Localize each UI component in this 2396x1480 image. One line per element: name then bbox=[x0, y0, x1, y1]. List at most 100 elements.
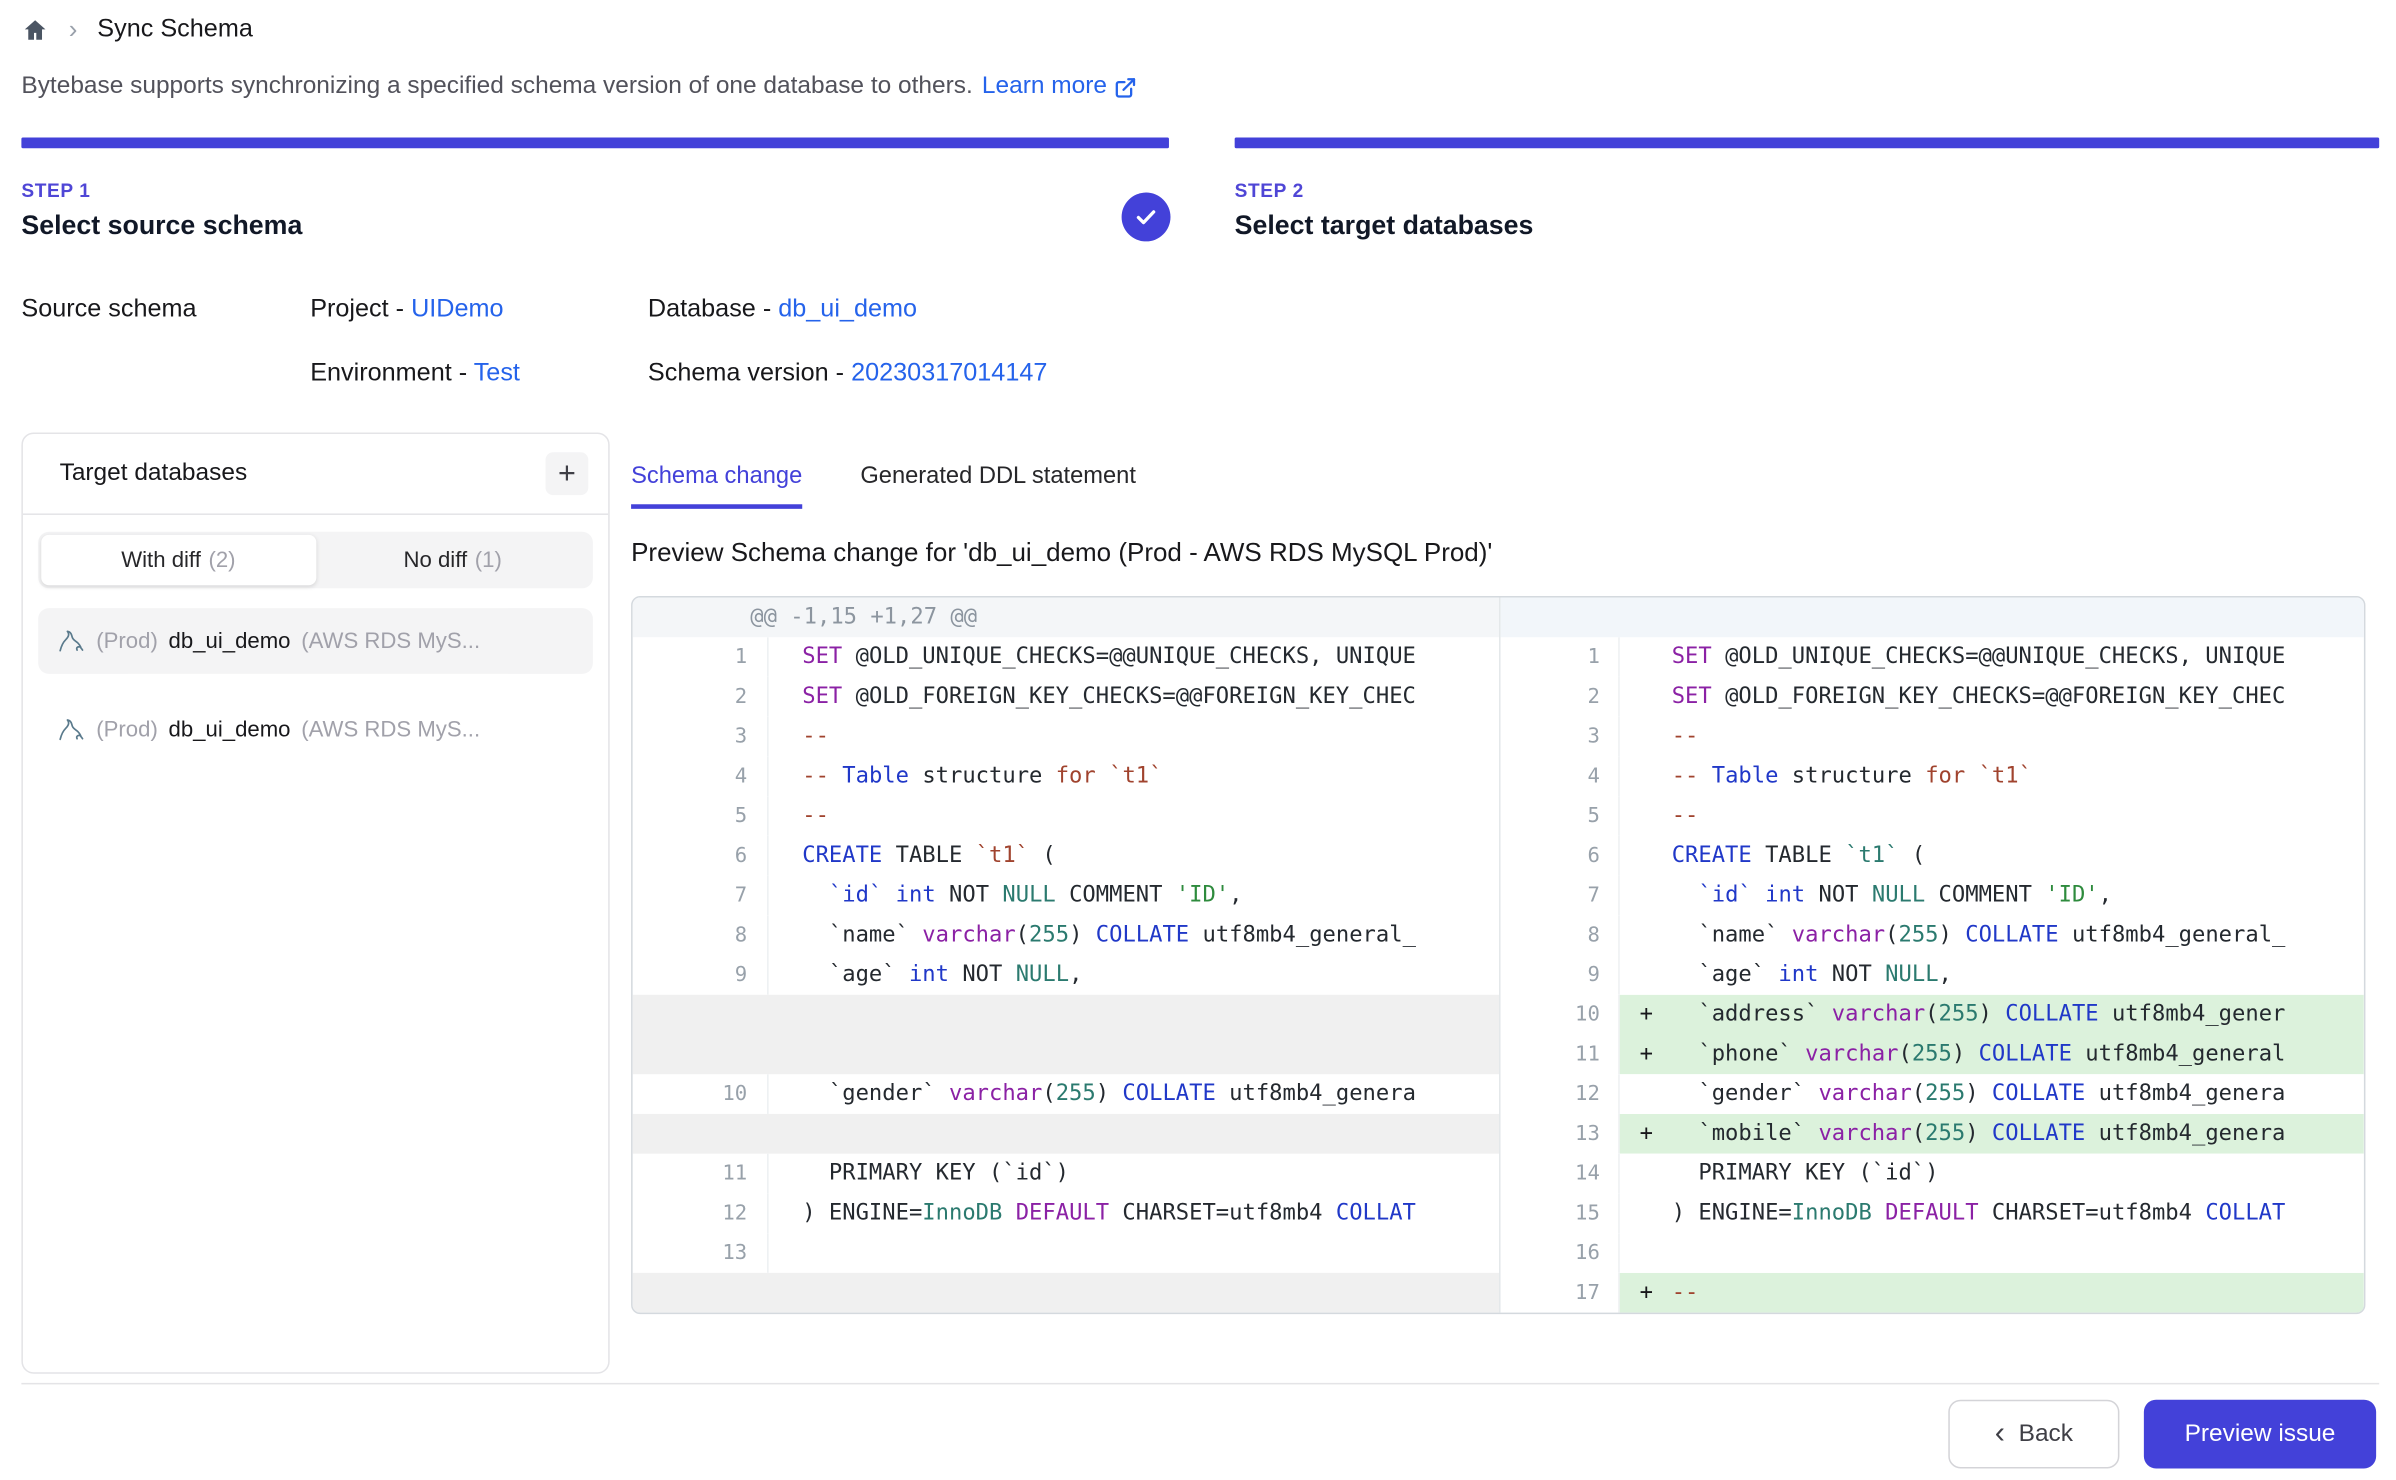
code-line bbox=[1620, 1233, 2364, 1273]
diff-pane-target: 1SET @OLD_UNIQUE_CHECKS=@@UNIQUE_CHECKS,… bbox=[1501, 597, 2364, 1312]
back-button-label: Back bbox=[2019, 1420, 2073, 1448]
diff-row-left-15: 12) ENGINE=InnoDB DEFAULT CHARSET=utf8mb… bbox=[633, 1193, 1499, 1233]
line-number: 17 bbox=[1520, 1273, 1619, 1313]
tab-no-diff-label: No diff bbox=[403, 548, 467, 572]
diff-row-right-9: 9 `age` int NOT NULL, bbox=[1501, 955, 2364, 995]
code-line: `age` int NOT NULL, bbox=[769, 955, 1499, 995]
line-number: 10 bbox=[666, 1074, 768, 1114]
diff-row-right-10: 10+ `address` varchar(255) COLLATE utf8m… bbox=[1501, 995, 2364, 1035]
diff-row-left-12: 10 `gender` varchar(255) COLLATE utf8mb4… bbox=[633, 1074, 1499, 1114]
source-environment: Environment - Test bbox=[310, 359, 520, 388]
code-line: ) ENGINE=InnoDB DEFAULT CHARSET=utf8mb4 … bbox=[769, 1193, 1499, 1233]
diff-row-left-8: 8 `name` varchar(255) COLLATE utf8mb4_ge… bbox=[633, 915, 1499, 955]
footer-divider bbox=[21, 1383, 2379, 1385]
diff-row-left-9: 9 `age` int NOT NULL, bbox=[633, 955, 1499, 995]
back-button[interactable]: ‹ Back bbox=[1948, 1400, 2119, 1469]
diff-row-right-1: 1SET @OLD_UNIQUE_CHECKS=@@UNIQUE_CHECKS,… bbox=[1501, 637, 2364, 677]
tab-no-diff[interactable]: No diff (1) bbox=[316, 535, 590, 585]
step1-complete-badge bbox=[1122, 193, 1171, 242]
diff-row-left-10 bbox=[633, 995, 1499, 1035]
target-panel-header: Target databases + bbox=[23, 434, 608, 515]
diff-row-right-5: 5-- bbox=[1501, 796, 2364, 836]
line-number: 15 bbox=[1520, 1193, 1619, 1233]
schema-version-link[interactable]: 20230317014147 bbox=[851, 359, 1047, 387]
chevron-right-icon: › bbox=[69, 17, 78, 43]
target-database-item-1[interactable]: (Prod) db_ui_demo (AWS RDS MyS... bbox=[38, 608, 593, 674]
target-database-list: (Prod) db_ui_demo (AWS RDS MyS... (Prod)… bbox=[38, 608, 593, 762]
diff-row-right-16: 16 bbox=[1501, 1233, 2364, 1273]
source-database: Database - db_ui_demo bbox=[648, 295, 917, 324]
step2-progress-bar bbox=[1235, 138, 2380, 149]
code-line: + `phone` varchar(255) COLLATE utf8mb4_g… bbox=[1620, 1034, 2364, 1074]
diff-row-left-14: 11 PRIMARY KEY (`id`) bbox=[633, 1154, 1499, 1194]
tab-schema-change[interactable]: Schema change bbox=[631, 463, 802, 509]
line-number: 8 bbox=[666, 915, 768, 955]
code-line: SET @OLD_UNIQUE_CHECKS=@@UNIQUE_CHECKS, … bbox=[1620, 637, 2364, 677]
db-instance: (AWS RDS MyS... bbox=[301, 629, 480, 653]
code-line: CREATE TABLE `t1` ( bbox=[769, 836, 1499, 876]
step2-label: STEP 2 bbox=[1235, 180, 1534, 201]
tab-with-diff-label: With diff bbox=[121, 548, 201, 572]
code-line: -- bbox=[769, 717, 1499, 757]
diff-row-right-2: 2SET @OLD_FOREIGN_KEY_CHECKS=@@FOREIGN_K… bbox=[1501, 677, 2364, 717]
code-line: PRIMARY KEY (`id`) bbox=[769, 1154, 1499, 1194]
diff-filter-tabs: With diff (2) No diff (1) bbox=[38, 532, 593, 589]
preview-title: Preview Schema change for 'db_ui_demo (P… bbox=[631, 538, 1492, 569]
code-line: -- bbox=[1620, 796, 2364, 836]
mysql-icon bbox=[57, 627, 86, 656]
added-marker: + bbox=[1640, 1114, 1672, 1154]
schema-diff-viewer[interactable]: @@ -1,15 +1,27 @@1SET @OLD_UNIQUE_CHECKS… bbox=[631, 596, 2365, 1314]
diff-row-left-16: 13 bbox=[633, 1233, 1499, 1273]
diff-row-right-6: 6CREATE TABLE `t1` ( bbox=[1501, 836, 2364, 876]
code-line: + `address` varchar(255) COLLATE utf8mb4… bbox=[1620, 995, 2364, 1035]
code-line: `name` varchar(255) COLLATE utf8mb4_gene… bbox=[1620, 915, 2364, 955]
code-line: `gender` varchar(255) COLLATE utf8mb4_ge… bbox=[769, 1074, 1499, 1114]
line-number: 6 bbox=[1520, 836, 1619, 876]
project-link[interactable]: UIDemo bbox=[411, 295, 503, 323]
db-name: db_ui_demo bbox=[169, 717, 291, 741]
code-line: +-- bbox=[1620, 1273, 2364, 1313]
target-database-item-2[interactable]: (Prod) db_ui_demo (AWS RDS MyS... bbox=[38, 697, 593, 763]
breadcrumb: › Sync Schema bbox=[21, 15, 252, 44]
code-line: CREATE TABLE `t1` ( bbox=[1620, 836, 2364, 876]
code-line bbox=[769, 1233, 1499, 1273]
database-link[interactable]: db_ui_demo bbox=[778, 295, 917, 323]
preview-tabs: Schema change Generated DDL statement bbox=[631, 463, 1136, 509]
line-number: 2 bbox=[666, 677, 768, 717]
db-instance: (AWS RDS MyS... bbox=[301, 717, 480, 741]
line-number: 3 bbox=[1520, 717, 1619, 757]
diff-row-right-13: 13+ `mobile` varchar(255) COLLATE utf8mb… bbox=[1501, 1114, 2364, 1154]
intro-description: Bytebase supports synchronizing a specif… bbox=[21, 73, 972, 101]
line-number: 2 bbox=[1520, 677, 1619, 717]
line-number: 14 bbox=[1520, 1154, 1619, 1194]
line-number: 11 bbox=[666, 1154, 768, 1194]
line-number: 3 bbox=[666, 717, 768, 757]
line-number: 10 bbox=[1520, 995, 1619, 1035]
diff-row-left-7: 7 `id` int NOT NULL COMMENT 'ID', bbox=[633, 876, 1499, 916]
tab-generated-ddl[interactable]: Generated DDL statement bbox=[860, 463, 1136, 509]
preview-issue-button[interactable]: Preview issue bbox=[2144, 1400, 2376, 1469]
code-line: + `mobile` varchar(255) COLLATE utf8mb4_… bbox=[1620, 1114, 2364, 1154]
environment-link[interactable]: Test bbox=[474, 359, 520, 387]
home-icon[interactable] bbox=[21, 16, 49, 44]
preview-issue-label: Preview issue bbox=[2185, 1420, 2336, 1448]
code-line: -- Table structure for `t1` bbox=[769, 756, 1499, 796]
diff-row-right-3: 3-- bbox=[1501, 717, 2364, 757]
code-line: `age` int NOT NULL, bbox=[1620, 955, 2364, 995]
diff-row-left-1: 1SET @OLD_UNIQUE_CHECKS=@@UNIQUE_CHECKS,… bbox=[633, 637, 1499, 677]
code-line: `name` varchar(255) COLLATE utf8mb4_gene… bbox=[769, 915, 1499, 955]
source-project: Project - UIDemo bbox=[310, 295, 503, 324]
diff-row-left-0: @@ -1,15 +1,27 @@ bbox=[633, 597, 1499, 637]
code-line: SET @OLD_UNIQUE_CHECKS=@@UNIQUE_CHECKS, … bbox=[769, 637, 1499, 677]
diff-row-right-12: 12 `gender` varchar(255) COLLATE utf8mb4… bbox=[1501, 1074, 2364, 1114]
code-line: ) ENGINE=InnoDB DEFAULT CHARSET=utf8mb4 … bbox=[1620, 1193, 2364, 1233]
add-target-database-button[interactable]: + bbox=[546, 452, 589, 495]
learn-more-link[interactable]: Learn more bbox=[982, 73, 1138, 101]
project-label: Project - bbox=[310, 295, 411, 323]
added-marker: + bbox=[1640, 1273, 1672, 1313]
diff-row-left-2: 2SET @OLD_FOREIGN_KEY_CHECKS=@@FOREIGN_K… bbox=[633, 677, 1499, 717]
diff-row-left-17 bbox=[633, 1273, 1499, 1313]
source-version: Schema version - 20230317014147 bbox=[648, 359, 1048, 388]
tab-with-diff[interactable]: With diff (2) bbox=[41, 535, 315, 585]
diff-row-right-7: 7 `id` int NOT NULL COMMENT 'ID', bbox=[1501, 876, 2364, 916]
